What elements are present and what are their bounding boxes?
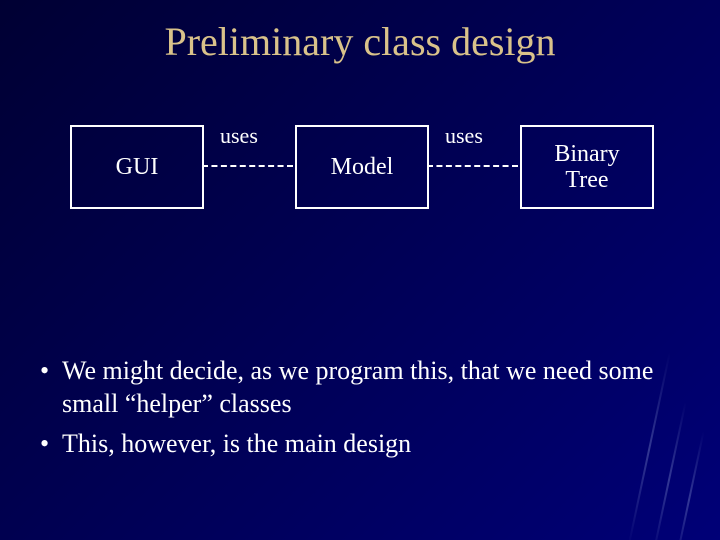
bullet-list: We might decide, as we program this, tha… [36,355,684,461]
box-model: Model [295,125,429,209]
box-gui: GUI [70,125,204,209]
bullet-item: This, however, is the main design [36,428,684,461]
connector-label-2: uses [445,123,483,149]
connector-line-2 [427,165,518,167]
box-binary-tree: BinaryTree [520,125,654,209]
bullet-item: We might decide, as we program this, tha… [36,355,684,420]
class-diagram: GUI uses Model uses BinaryTree [0,115,720,295]
slide-title: Preliminary class design [0,0,720,65]
connector-line-1 [202,165,293,167]
connector-label-1: uses [220,123,258,149]
